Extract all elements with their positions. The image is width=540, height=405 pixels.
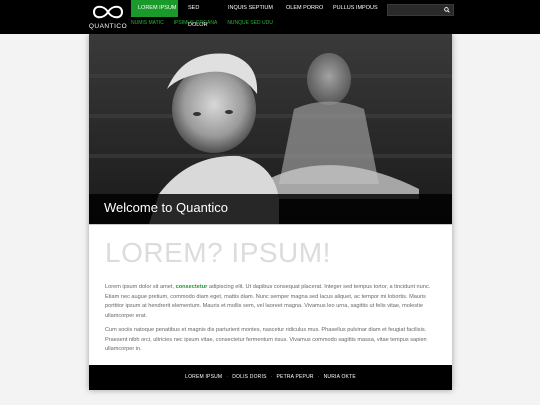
highlight-link[interactable]: consectetur xyxy=(176,284,208,290)
search-icon[interactable] xyxy=(444,7,450,13)
search-input[interactable] xyxy=(388,5,446,15)
footer: LOREM IPSUM · DOLIS DORIS · PETRA PEPUR · NURI… xyxy=(89,365,452,390)
footer-separator: · xyxy=(226,374,229,380)
nav-item-sed-dolor[interactable]: SED DOLOR xyxy=(178,0,218,28)
intro-paragraph: Lorem ipsum dolor sit amet, consectetur … xyxy=(105,283,435,321)
brand-name: QUANTICO xyxy=(88,23,128,30)
subnav-item-numis-matic[interactable]: NUMIS MATIC xyxy=(131,20,164,26)
page-title: LOREM? IPSUM! xyxy=(105,237,331,268)
footer-link-dolis-doris[interactable]: DOLIS DORIS xyxy=(232,374,266,380)
footer-link-petra-pepur[interactable]: PETRA PEPUR xyxy=(277,374,314,380)
nav-item-lorem-ipsum[interactable]: LOREM IPSUM xyxy=(131,0,178,17)
footer-links: LOREM IPSUM · DOLIS DORIS · PETRA PEPUR · NURI… xyxy=(89,374,452,380)
nav-item-pullus-impous[interactable]: PULLUS IMPOUS xyxy=(325,0,378,17)
divider xyxy=(89,224,452,225)
hero-caption: Welcome to Quantico xyxy=(89,194,452,224)
footer-separator: · xyxy=(270,374,273,380)
hero-title: Welcome to Quantico xyxy=(104,200,229,215)
footer-separator: · xyxy=(317,374,320,380)
hero-image: Welcome to Quantico xyxy=(89,34,452,224)
subnav-item-nunque-sed-udu[interactable]: NUNQUE SED UDU xyxy=(227,20,273,26)
page-container: Welcome to Quantico LOREM? IPSUM! Lorem … xyxy=(89,34,452,390)
top-bar: QUANTICO LOREM IPSUM SED DOLOR INQUIS SE… xyxy=(0,0,540,34)
infinity-icon xyxy=(92,5,124,19)
subnav-item-ipsimus-organa[interactable]: IPSIMUS ORGANA xyxy=(174,20,218,26)
search-box xyxy=(387,4,454,16)
second-paragraph: Cum sociis natoque penatibus et magnis d… xyxy=(105,327,427,353)
intro-text-start: Lorem ipsum dolor sit amet, xyxy=(105,284,176,290)
main-nav: LOREM IPSUM SED DOLOR INQUIS SEPTIUM OLE… xyxy=(131,0,378,28)
footer-link-nuria-okte[interactable]: NURIA OKTE xyxy=(324,374,356,380)
nav-item-inquis-septium[interactable]: INQUIS SEPTIUM xyxy=(218,0,276,17)
logo[interactable]: QUANTICO xyxy=(88,3,128,33)
nav-item-olem-porro[interactable]: OLEM PORRO xyxy=(276,0,325,17)
sub-nav: NUMIS MATIC IPSIMUS ORGANA NUNQUE SED UD… xyxy=(131,20,283,26)
footer-link-lorem-ipsum[interactable]: LOREM IPSUM xyxy=(185,374,222,380)
